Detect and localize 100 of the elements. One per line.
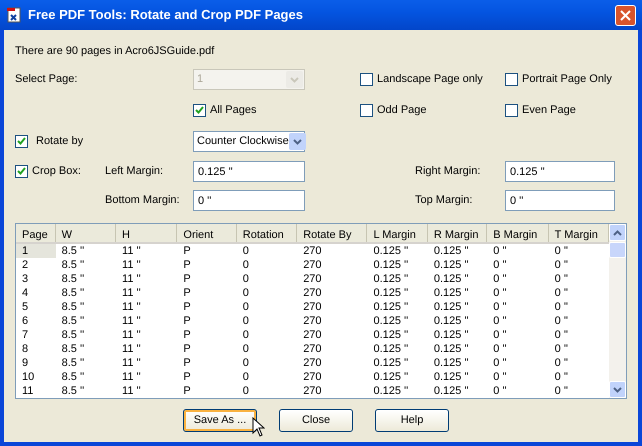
dialog-button[interactable]: Close <box>279 409 353 432</box>
table-cell-text: 0.125 '' <box>372 356 410 370</box>
checkbox[interactable] <box>15 165 28 178</box>
table-cell-text: 270 <box>302 384 323 398</box>
scroll-down-button[interactable] <box>609 381 626 398</box>
checkbox-label: Landscape Page only <box>377 72 483 88</box>
table-cell-text: 0.125 '' <box>432 258 470 272</box>
table-cell-text: P <box>182 272 192 286</box>
table-cell-text: 0 '' <box>554 314 570 328</box>
table-cell-text: 8.5 '' <box>60 286 86 300</box>
table-cell-text: 0 <box>242 356 250 370</box>
table-cell-text: 0 '' <box>492 314 508 328</box>
checkbox[interactable] <box>360 104 373 117</box>
column-header[interactable]: H <box>116 224 178 242</box>
text-field[interactable]: 0.125 '' <box>505 161 615 182</box>
checkbox[interactable] <box>360 73 373 86</box>
table-cell-text: 0 '' <box>492 272 508 286</box>
table-cell-text: 0 <box>242 370 250 384</box>
text-field[interactable]: 0.125 '' <box>193 161 305 182</box>
table-cell-text: 11 '' <box>121 314 142 328</box>
table-cell-text: 2 <box>21 258 30 272</box>
table-cell-text: 0 '' <box>492 370 508 384</box>
table-cell-text: 4 <box>21 286 30 300</box>
dialog-button[interactable]: Save As ... <box>183 409 257 432</box>
table-cell-text: P <box>182 370 192 384</box>
text-field[interactable]: 0 '' <box>193 190 305 211</box>
field-label: Top Margin: <box>415 193 474 208</box>
table-cell-text: 270 <box>302 328 323 342</box>
table-cell-text: 11 '' <box>121 356 142 370</box>
column-header[interactable]: R Margin <box>428 224 488 242</box>
table-cell-text: 0.125 '' <box>372 328 410 342</box>
checkbox[interactable] <box>505 104 518 117</box>
table-cell-text: 0.125 '' <box>432 314 470 328</box>
table-cell-text: 270 <box>302 244 323 258</box>
table-cell-text: 0.125 '' <box>372 342 410 356</box>
table-cell-text: 10 <box>21 370 36 384</box>
table-cell-text: 0 '' <box>554 244 570 258</box>
table-cell-text: 0 <box>242 244 250 258</box>
table-cell-text: 0 <box>242 258 250 272</box>
table-cell-text: 6 <box>21 314 30 328</box>
checkbox-label: Crop Box: <box>32 164 81 180</box>
table-cell-text: P <box>182 342 192 356</box>
table-cell-text: 11 '' <box>121 300 142 314</box>
table-cell-text: 0.125 '' <box>372 300 410 314</box>
caret-up-icon[interactable] <box>613 230 622 236</box>
table-cell-text: P <box>182 258 192 272</box>
checkbox-label: Rotate by <box>36 134 84 150</box>
checkbox[interactable] <box>15 135 28 148</box>
table-cell-text: 8.5 '' <box>60 384 86 398</box>
table-cell-text: 0 '' <box>492 244 508 258</box>
scroll-up-button[interactable] <box>609 224 626 241</box>
table-cell-text: 270 <box>302 286 323 300</box>
table-cell-text: 8.5 '' <box>60 244 86 258</box>
table-cell-text: 0 '' <box>554 370 570 384</box>
checkbox[interactable] <box>193 104 206 117</box>
table-cell-text: 11 '' <box>121 342 142 356</box>
close-button[interactable] <box>615 4 636 26</box>
checkbox-label: All Pages <box>210 103 256 118</box>
table-cell-text: 0 <box>242 300 250 314</box>
column-header[interactable]: W <box>56 224 116 242</box>
checkbox[interactable] <box>505 73 518 86</box>
table-cell-text: 8.5 '' <box>60 328 86 342</box>
column-header[interactable]: Page <box>16 224 56 242</box>
table-cell-text: 0.125 '' <box>432 342 470 356</box>
table-cell-text: 8.5 '' <box>60 356 86 370</box>
table-cell-text: 0.125 '' <box>432 272 470 286</box>
cursor-icon <box>252 417 265 437</box>
table-cell-text: P <box>182 286 192 300</box>
checkbox-label: Even Page <box>522 103 576 118</box>
text-field[interactable]: 0 '' <box>505 190 615 211</box>
dialog-button[interactable]: Help <box>375 409 449 432</box>
table-cell-text: 8.5 '' <box>60 272 86 286</box>
scrollbar[interactable] <box>609 224 626 398</box>
table-cell-text: 11 '' <box>121 370 142 384</box>
table-cell-text: 0 '' <box>554 342 570 356</box>
table-cell-text: P <box>182 300 192 314</box>
table-cell-text: 0.125 '' <box>432 356 470 370</box>
table-cell-text: 11 '' <box>121 244 142 258</box>
table-cell-text: 11 '' <box>121 328 142 342</box>
column-header[interactable]: Rotation <box>236 224 298 242</box>
table-cell-text: 11 '' <box>121 272 142 286</box>
info-text: There are 90 pages in Acro6JSGuide.pdf <box>15 44 214 59</box>
table-cell-text: P <box>182 244 192 258</box>
dropdown[interactable]: Counter Clockwise <box>193 131 305 152</box>
column-header[interactable]: Orient <box>177 224 237 242</box>
table-cell-text: 0 '' <box>554 272 570 286</box>
table-cell-text: 7 <box>21 328 30 342</box>
table-cell-text: 0 '' <box>492 258 508 272</box>
table-cell-text: P <box>182 384 192 398</box>
caret-down-icon[interactable] <box>613 386 622 392</box>
app-icon <box>6 6 22 24</box>
table-cell-text: 0.125 '' <box>372 244 410 258</box>
column-header[interactable]: L Margin <box>367 224 428 242</box>
table-cell-text: 0.125 '' <box>372 314 410 328</box>
scroll-thumb[interactable] <box>609 242 626 258</box>
table-cell: 1 <box>16 244 56 258</box>
close-icon[interactable] <box>620 10 631 20</box>
column-header[interactable]: B Margin <box>487 224 549 242</box>
column-header[interactable]: Rotate By <box>297 224 368 242</box>
table-cell-text: 0 '' <box>554 328 570 342</box>
